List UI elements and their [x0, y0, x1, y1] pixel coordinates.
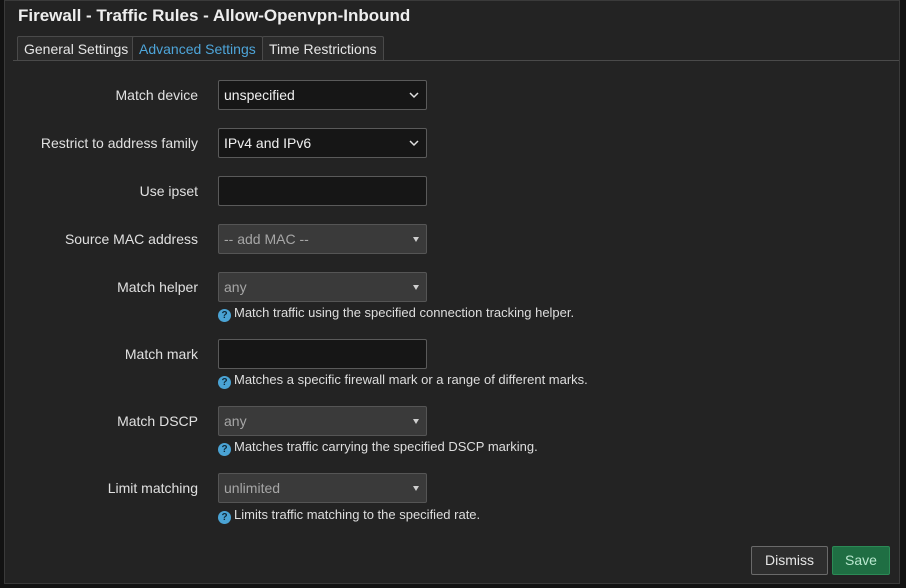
chevron-down-icon: [409, 92, 419, 99]
modal-title: Firewall - Traffic Rules - Allow-Openvpn…: [18, 6, 411, 25]
address-family-value: IPv4 and IPv6: [224, 135, 312, 151]
source-mac-dropdown[interactable]: -- add MAC --: [218, 224, 427, 254]
match-device-label: Match device: [115, 87, 198, 103]
limit-matching-help-text: Limits traffic matching to the specified…: [234, 507, 481, 522]
question-circle-icon: ?: [218, 309, 231, 322]
source-mac-value: -- add MAC --: [224, 231, 309, 247]
tab-time-restrictions[interactable]: Time Restrictions: [262, 36, 384, 60]
dismiss-button[interactable]: Dismiss: [751, 546, 828, 575]
ipset-field[interactable]: [218, 176, 427, 206]
rule-edit-modal: Firewall - Traffic Rules - Allow-Openvpn…: [4, 0, 900, 584]
chevron-down-icon: [409, 140, 419, 147]
caret-down-icon: [413, 486, 419, 491]
match-dscp-help: ? Matches traffic carrying the specified …: [218, 439, 538, 456]
match-helper-help: ? Match traffic using the specified conne…: [218, 305, 574, 322]
match-helper-dropdown[interactable]: any: [218, 272, 427, 302]
match-dscp-dropdown[interactable]: any: [218, 406, 427, 436]
address-family-select[interactable]: IPv4 and IPv6: [218, 128, 427, 158]
caret-down-icon: [413, 285, 419, 290]
match-mark-label: Match mark: [124, 346, 198, 362]
limit-matching-label: Limit matching: [107, 480, 198, 496]
tab-general-settings[interactable]: General Settings: [17, 36, 136, 60]
match-helper-help-text: Match traffic using the specified connec…: [234, 305, 575, 320]
match-dscp-value: any: [224, 413, 247, 429]
match-device-value: unspecified: [224, 87, 295, 103]
question-circle-icon: ?: [218, 443, 231, 456]
match-mark-help-text: Matches a specific firewall mark or a ra…: [234, 372, 588, 387]
caret-down-icon: [413, 419, 419, 424]
match-helper-value: any: [224, 279, 247, 295]
match-mark-input[interactable]: [224, 340, 421, 368]
tab-divider: [13, 60, 899, 61]
limit-matching-dropdown[interactable]: unlimited: [218, 473, 427, 503]
match-dscp-help-text: Matches traffic carrying the specified D…: [234, 439, 538, 454]
tab-advanced-settings[interactable]: Advanced Settings: [132, 36, 263, 61]
match-dscp-label: Match DSCP: [117, 413, 198, 429]
source-mac-label: Source MAC address: [64, 231, 198, 247]
limit-matching-value: unlimited: [224, 480, 281, 496]
limit-matching-help: ? Limits traffic matching to the specifie…: [218, 507, 480, 524]
caret-down-icon: [413, 237, 419, 242]
match-mark-help: ? Matches a specific firewall mark or a r…: [218, 372, 588, 389]
ipset-label: Use ipset: [139, 183, 198, 199]
save-button[interactable]: Save: [832, 546, 890, 575]
question-circle-icon: ?: [218, 376, 231, 389]
ipset-input[interactable]: [224, 177, 421, 205]
question-circle-icon: ?: [218, 511, 231, 524]
match-mark-field[interactable]: [218, 339, 427, 369]
address-family-label: Restrict to address family: [40, 135, 198, 151]
match-helper-label: Match helper: [117, 279, 198, 295]
match-device-select[interactable]: unspecified: [218, 80, 427, 110]
